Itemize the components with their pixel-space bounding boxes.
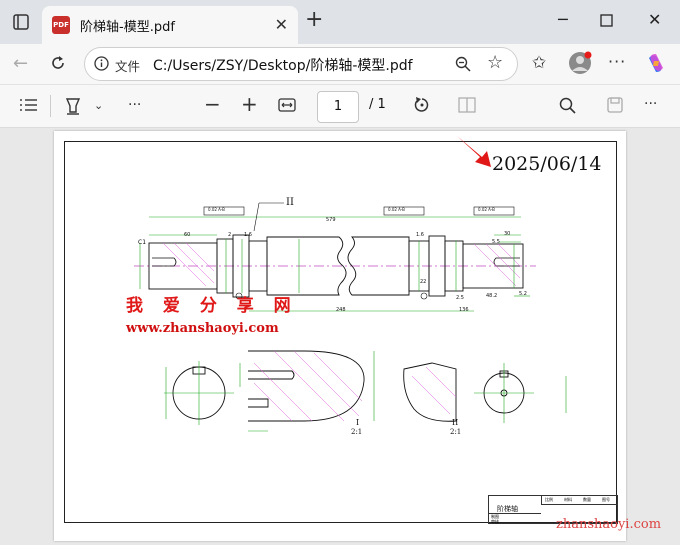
contents-icon[interactable]	[20, 98, 37, 115]
new-tab-icon[interactable]: +	[305, 9, 323, 31]
more-menu-icon[interactable]: ···	[608, 54, 626, 70]
highlight-icon[interactable]	[64, 97, 82, 118]
tab-title: 阶梯轴-模型.pdf	[80, 20, 175, 35]
tol-box-1: 0.02 A-B	[208, 207, 225, 212]
zoom-out-icon[interactable]: −	[204, 94, 221, 114]
tb-header: 图号	[602, 497, 610, 502]
close-window-icon[interactable]: ✕	[648, 10, 661, 29]
tab-active[interactable]: PDF 阶梯轴-模型.pdf ✕	[42, 6, 298, 44]
favorite-star-icon[interactable]: ☆	[487, 54, 503, 72]
pdf-page: 2025/06/14 579 60 2 1.6 1.6 30 5.5 248 1…	[54, 131, 626, 541]
maximize-icon[interactable]	[600, 12, 613, 31]
tol-box-2: 0.02 A-B	[388, 207, 405, 212]
url-text[interactable]: C:/Users/ZSY/Desktop/阶梯轴-模型.pdf	[153, 55, 413, 75]
view-1-scale: 2:1	[351, 428, 363, 436]
watermark-corner: zhanshaoyi.com	[556, 517, 662, 532]
pdf-more-icon[interactable]: ···	[644, 96, 657, 112]
page-count: / 1	[369, 97, 386, 112]
save-icon[interactable]	[607, 97, 623, 116]
info-icon[interactable]	[94, 56, 109, 74]
zoom-icon[interactable]	[455, 56, 471, 75]
dim-48: 48.2	[486, 293, 498, 299]
chamfer-label: C1	[138, 239, 147, 246]
dim-5-5: 5.5	[492, 239, 500, 245]
dim-1-6-right: 1.6	[416, 232, 424, 238]
dim-1-6-left: 1.6	[244, 232, 252, 238]
two-page-icon[interactable]	[458, 97, 476, 116]
dim-2-5: 2.5	[456, 295, 464, 301]
dim-total: 579	[326, 217, 336, 223]
toolbar-divider	[50, 95, 51, 117]
back-icon[interactable]: ←	[13, 55, 28, 73]
page-number-input[interactable]: 1	[317, 91, 359, 123]
zoom-in-icon[interactable]: +	[241, 94, 258, 114]
rotate-icon[interactable]	[413, 96, 431, 117]
title-bar: PDF 阶梯轴-模型.pdf ✕ + ─ ✕	[0, 0, 680, 44]
tol-box-3: 0.02 A-B	[478, 207, 495, 212]
copilot-icon[interactable]	[645, 52, 667, 77]
dim-30: 30	[504, 231, 511, 237]
favorites-icon[interactable]: ✩	[532, 55, 546, 72]
tb-header: 比例	[545, 497, 553, 502]
dim-5-2: 5.2	[519, 291, 527, 297]
search-icon[interactable]	[559, 97, 576, 117]
fit-page-icon[interactable]	[278, 97, 296, 116]
tb-header: 材料	[564, 497, 572, 502]
profile-avatar[interactable]	[568, 51, 592, 78]
pdf-toolbar: ⌄ ··· − + 1 / 1 ···	[0, 84, 680, 128]
view-1-label: I	[356, 418, 360, 427]
dim-2: 2	[228, 232, 232, 238]
view-2-scale: 2:1	[450, 428, 462, 436]
tb-row: 审核	[491, 519, 499, 524]
dim-22: 22	[420, 279, 427, 285]
dim-60: 60	[184, 232, 191, 238]
tab-close-icon[interactable]: ✕	[275, 15, 288, 34]
tab-actions-icon[interactable]	[13, 14, 29, 33]
tb-header: 数量	[583, 497, 591, 502]
section-marker: II	[286, 197, 294, 208]
view-2-label: II	[452, 418, 459, 427]
pdf-icon: PDF	[52, 16, 70, 34]
chevron-down-icon[interactable]: ⌄	[94, 98, 103, 114]
dim-248: 248	[336, 307, 346, 313]
watermark-site-cn: 我 爱 分 享 网	[126, 296, 298, 316]
url-box[interactable]: 文件 C:/Users/ZSY/Desktop/阶梯轴-模型.pdf ☆	[84, 47, 518, 81]
watermark-site-url: www.zhanshaoyi.com	[126, 321, 279, 336]
shaft-drawing	[134, 202, 567, 432]
minimize-icon[interactable]: ─	[558, 10, 568, 29]
more-tools-icon[interactable]: ···	[128, 97, 141, 113]
address-bar: ← 文件 C:/Users/ZSY/Desktop/阶梯轴-模型.pdf ☆ ✩…	[0, 44, 680, 84]
file-label: 文件	[115, 59, 141, 74]
refresh-icon[interactable]	[49, 54, 67, 75]
dim-136: 136	[459, 307, 469, 313]
